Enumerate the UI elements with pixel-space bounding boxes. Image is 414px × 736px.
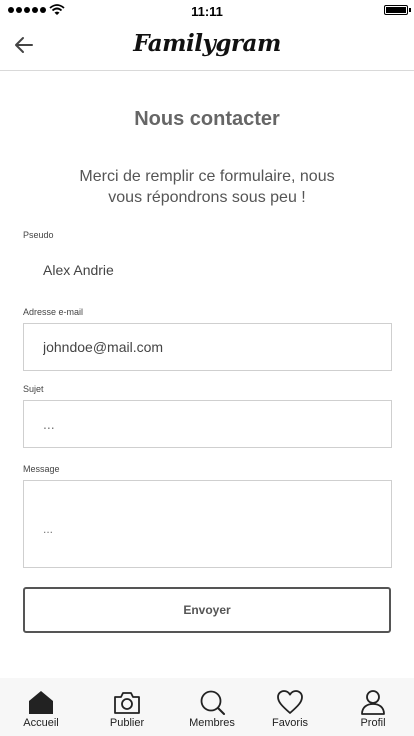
tab-label-profil: Profil — [360, 717, 386, 729]
pseudo-label: Pseudo — [23, 230, 54, 240]
heart-icon — [277, 690, 303, 714]
tab-profil[interactable]: Profil — [333, 678, 413, 736]
intro-line-2: vous répondrons sous peu ! — [108, 189, 306, 206]
message-label: Message — [23, 464, 60, 474]
search-icon — [200, 690, 225, 715]
page-title: Nous contacter — [134, 108, 280, 130]
tab-label-favoris: Favoris — [271, 717, 309, 729]
pseudo-value: Alex Andrie — [43, 262, 114, 278]
bottom-tab-bar: Accueil Publier Membres Favoris Profil — [0, 678, 414, 736]
tab-label-membres: Membres — [189, 717, 235, 729]
app-header: Familygram — [0, 22, 414, 71]
home-icon — [29, 691, 53, 714]
status-bar: 11:11 — [0, 0, 414, 22]
intro-text: Merci de remplir ce formulaire, nous vou… — [50, 166, 364, 208]
camera-icon — [114, 692, 140, 714]
tab-favoris[interactable]: Favoris — [250, 678, 330, 736]
message-field[interactable] — [23, 480, 392, 568]
status-time: 11:11 — [191, 4, 223, 19]
tab-label-accueil: Accueil — [23, 717, 59, 729]
tab-label-publier: Publier — [109, 717, 145, 729]
send-button[interactable]: Envoyer — [23, 587, 391, 633]
subject-label: Sujet — [23, 384, 44, 394]
email-label: Adresse e-mail — [23, 307, 84, 317]
email-field[interactable] — [23, 323, 392, 371]
intro-line-1: Merci de remplir ce formulaire, nous — [79, 168, 335, 185]
tab-accueil[interactable]: Accueil — [1, 678, 81, 736]
user-icon — [361, 690, 385, 715]
app-logo: Familygram — [133, 30, 281, 57]
tab-publier[interactable]: Publier — [87, 678, 167, 736]
tab-membres[interactable]: Membres — [172, 678, 252, 736]
battery-icon — [384, 5, 408, 15]
subject-field[interactable] — [23, 400, 392, 448]
battery-tip — [409, 8, 411, 12]
